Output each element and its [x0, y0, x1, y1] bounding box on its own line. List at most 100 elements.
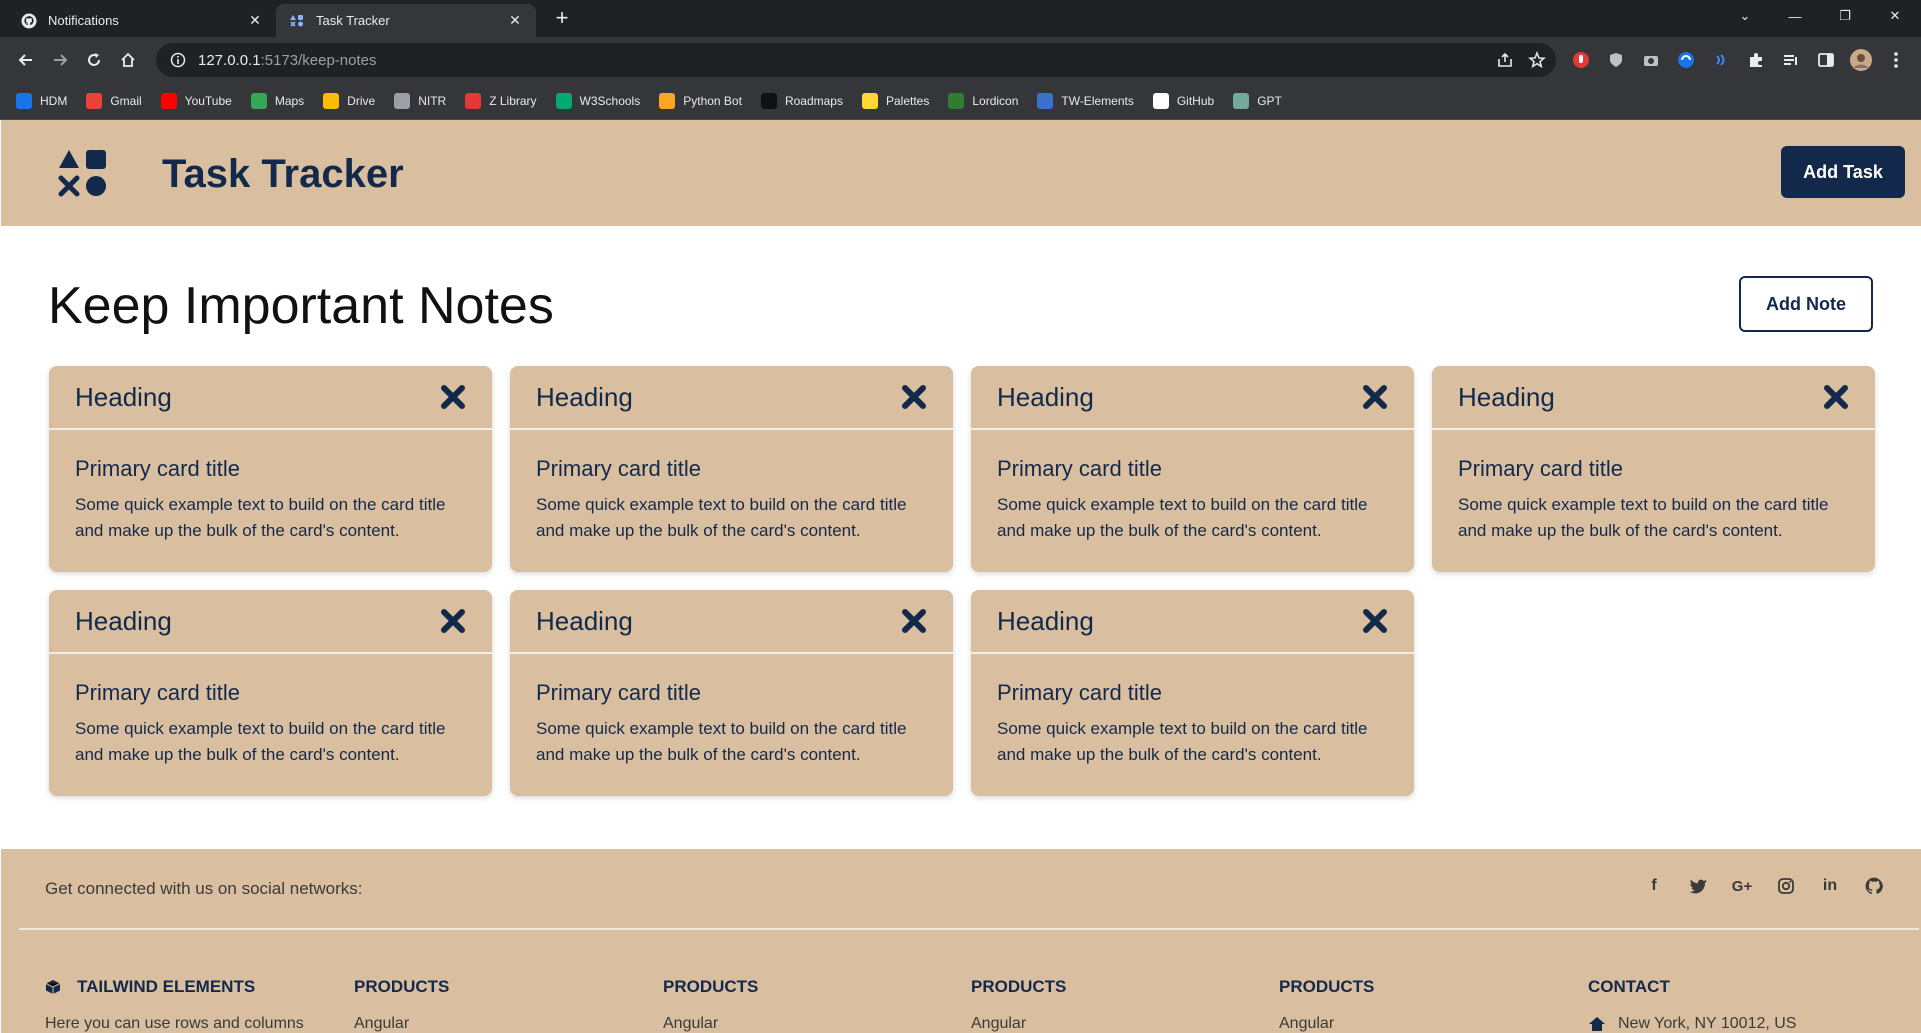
- note-heading: Heading: [75, 381, 172, 412]
- bookmark-label: HDM: [40, 93, 68, 108]
- tab-title: Task Tracker: [316, 13, 390, 28]
- delete-note-icon[interactable]: [1362, 608, 1388, 634]
- address-bar[interactable]: 127.0.0.1:5173/keep-notes: [156, 43, 1556, 77]
- footer-link[interactable]: Angular: [1279, 1015, 1334, 1033]
- bookmark-item[interactable]: Lordicon: [948, 92, 1018, 109]
- note-title: Primary card title: [75, 456, 241, 481]
- note-card: Heading Primary card title Some quick exam…: [510, 366, 953, 572]
- note-card: Heading Primary card title Some quick exam…: [49, 590, 492, 796]
- hdm-icon: [16, 92, 32, 109]
- close-window-icon[interactable]: ✕: [1872, 0, 1918, 32]
- delete-note-icon[interactable]: [1362, 384, 1388, 410]
- note-title: Primary card title: [536, 680, 702, 705]
- home-icon: [1589, 1017, 1605, 1031]
- note-card: Heading Primary card title Some quick exam…: [971, 366, 1414, 572]
- side-panel-icon[interactable]: [1815, 49, 1837, 71]
- footer-link[interactable]: Angular: [354, 1015, 409, 1033]
- bookmark-label: YouTube: [184, 93, 232, 108]
- bookmark-item[interactable]: W3Schools: [555, 92, 640, 109]
- note-heading: Heading: [536, 605, 633, 636]
- new-tab-button[interactable]: +: [550, 6, 574, 30]
- note-card-header: Heading: [971, 366, 1414, 430]
- bookmark-item[interactable]: Gmail: [86, 92, 142, 109]
- bookmark-item[interactable]: GPT: [1233, 92, 1282, 109]
- bookmark-item[interactable]: Drive: [323, 92, 375, 109]
- bookmark-item[interactable]: Palettes: [861, 92, 929, 109]
- bookmark-item[interactable]: TW-Elements: [1037, 92, 1134, 109]
- tab-search-icon[interactable]: ⌄: [1722, 0, 1768, 32]
- note-card-header: Heading: [49, 366, 492, 430]
- footer-col-brand: TAILWIND ELEMENTS: [45, 977, 255, 997]
- extension-red-icon[interactable]: [1570, 49, 1592, 71]
- close-icon[interactable]: ✕: [246, 12, 264, 30]
- bookmark-star-icon[interactable]: [1528, 50, 1546, 74]
- delete-note-icon[interactable]: [440, 608, 466, 634]
- delete-note-icon[interactable]: [901, 608, 927, 634]
- site-info-icon[interactable]: [170, 52, 186, 68]
- share-icon[interactable]: [1496, 51, 1514, 74]
- social-links: f G+ in: [1643, 875, 1885, 897]
- footer-link[interactable]: Angular: [663, 1015, 718, 1033]
- extension-blue-icon[interactable]: [1675, 49, 1697, 71]
- bookmark-item[interactable]: Python Bot: [659, 92, 742, 109]
- footer-link[interactable]: Angular: [971, 1015, 1026, 1033]
- note-card-body: Primary card title Some quick example tex…: [971, 430, 1414, 544]
- github-icon: [20, 12, 38, 30]
- note-title: Primary card title: [75, 680, 241, 705]
- note-heading: Heading: [997, 381, 1094, 412]
- github-icon[interactable]: [1863, 875, 1885, 897]
- extension-shield-icon[interactable]: [1605, 49, 1627, 71]
- close-icon[interactable]: ✕: [506, 12, 524, 30]
- app-logo-icon[interactable]: [57, 148, 109, 200]
- facebook-icon[interactable]: f: [1643, 875, 1665, 897]
- delete-note-icon[interactable]: [1823, 384, 1849, 410]
- add-task-button[interactable]: Add Task: [1781, 146, 1905, 198]
- add-note-button[interactable]: Add Note: [1739, 276, 1873, 332]
- note-text: Some quick example text to build on the …: [536, 495, 907, 540]
- twelements-icon: [1037, 92, 1054, 109]
- bookmarks-bar: HDM Gmail YouTube Maps Drive NITR Z Library W3S…: [0, 82, 1921, 120]
- bookmark-item[interactable]: YouTube: [160, 92, 232, 109]
- delete-note-icon[interactable]: [901, 384, 927, 410]
- footer-contact-address: New York, NY 10012, US: [1588, 1015, 1796, 1033]
- contact-address-text: New York, NY 10012, US: [1618, 1015, 1797, 1032]
- media-control-icon[interactable]: [1780, 49, 1802, 71]
- delete-note-icon[interactable]: [440, 384, 466, 410]
- bookmark-item[interactable]: HDM: [16, 92, 68, 109]
- app-brand-title[interactable]: Task Tracker: [162, 152, 404, 197]
- tab-notifications[interactable]: Notifications ✕: [8, 4, 276, 37]
- extension-wave-icon[interactable]: [1710, 49, 1732, 71]
- home-icon[interactable]: [114, 46, 142, 74]
- bookmark-item[interactable]: Roadmaps: [760, 92, 843, 109]
- google-plus-icon[interactable]: G+: [1731, 875, 1753, 897]
- twitter-icon[interactable]: [1687, 875, 1709, 897]
- note-heading: Heading: [75, 605, 172, 636]
- tab-task-tracker[interactable]: Task Tracker ✕: [276, 4, 536, 37]
- back-icon[interactable]: [12, 46, 40, 74]
- note-card: Heading Primary card title Some quick exam…: [49, 366, 492, 572]
- footer-col-title: PRODUCTS: [971, 977, 1067, 996]
- note-card-header: Heading: [971, 590, 1414, 654]
- linkedin-icon[interactable]: in: [1819, 875, 1841, 897]
- bookmark-item[interactable]: GitHub: [1152, 92, 1214, 109]
- reload-icon[interactable]: [80, 46, 108, 74]
- note-text: Some quick example text to build on the …: [536, 719, 907, 764]
- bookmark-label: Python Bot: [683, 93, 742, 108]
- bookmark-item[interactable]: NITR: [394, 92, 446, 109]
- note-text: Some quick example text to build on the …: [1458, 495, 1829, 540]
- bookmark-item[interactable]: Z Library: [465, 92, 537, 109]
- bookmark-item[interactable]: Maps: [250, 92, 304, 109]
- profile-avatar-icon[interactable]: [1850, 49, 1872, 71]
- extensions-puzzle-icon[interactable]: [1745, 49, 1767, 71]
- minimize-icon[interactable]: —: [1772, 0, 1818, 32]
- forward-icon[interactable]: [46, 46, 74, 74]
- menu-kebab-icon[interactable]: [1885, 49, 1907, 71]
- page-title: Keep Important Notes: [48, 277, 554, 335]
- note-heading: Heading: [997, 605, 1094, 636]
- url-path: :5173/keep-notes: [260, 51, 377, 69]
- app-header: Task Tracker Add Task: [1, 120, 1921, 226]
- footer-divider: [19, 928, 1919, 930]
- instagram-icon[interactable]: [1775, 875, 1797, 897]
- extension-camera-icon[interactable]: [1640, 49, 1662, 71]
- restore-icon[interactable]: ❐: [1822, 0, 1868, 32]
